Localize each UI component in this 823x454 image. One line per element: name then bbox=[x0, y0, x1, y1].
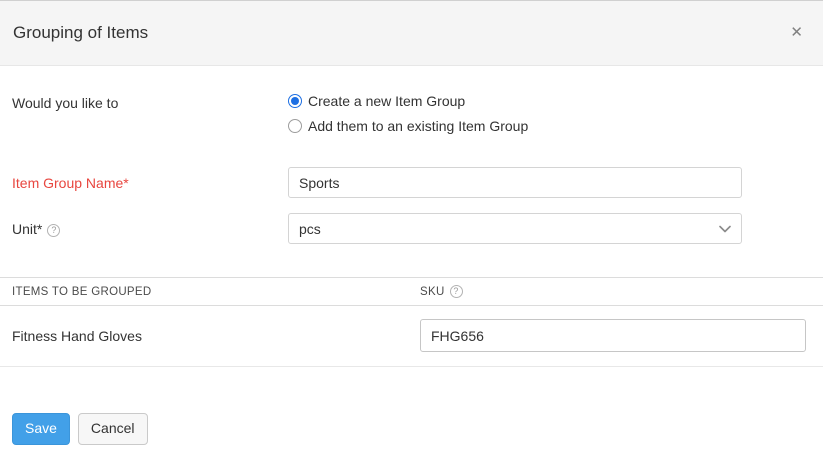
grouping-of-items-dialog: Grouping of Items ✕ Would you like to Cr… bbox=[0, 0, 823, 454]
radio-create-new-item-group[interactable]: Create a new Item Group bbox=[288, 93, 528, 109]
radio-selected-icon[interactable] bbox=[288, 94, 302, 108]
chevron-down-icon bbox=[719, 225, 731, 233]
unit-label: Unit* bbox=[12, 221, 42, 237]
sku-header-label: SKU bbox=[420, 286, 445, 298]
sku-cell bbox=[420, 319, 811, 352]
table-header-row: ITEMS TO BE GROUPED SKU? bbox=[0, 277, 823, 306]
unit-label-wrap: Unit*? bbox=[12, 221, 288, 237]
dialog-footer: Save Cancel bbox=[0, 413, 823, 445]
radio-label: Create a new Item Group bbox=[308, 93, 465, 109]
unit-select[interactable]: pcs bbox=[288, 213, 742, 244]
grouping-choice-row: Would you like to Create a new Item Grou… bbox=[0, 93, 823, 134]
unit-selected-value: pcs bbox=[299, 221, 321, 237]
unit-row: Unit*? pcs bbox=[0, 213, 823, 244]
help-icon[interactable]: ? bbox=[450, 285, 463, 298]
column-header-sku: SKU? bbox=[420, 285, 811, 298]
items-to-be-grouped-table: ITEMS TO BE GROUPED SKU? Fitness Hand Gl… bbox=[0, 277, 823, 367]
item-name: Fitness Hand Gloves bbox=[12, 328, 420, 344]
question-label: Would you like to bbox=[12, 93, 288, 111]
table-row: Fitness Hand Gloves bbox=[0, 306, 823, 367]
help-icon[interactable]: ? bbox=[47, 224, 60, 237]
radio-add-to-existing-item-group[interactable]: Add them to an existing Item Group bbox=[288, 118, 528, 134]
column-header-items: ITEMS TO BE GROUPED bbox=[12, 286, 420, 298]
dialog-header: Grouping of Items ✕ bbox=[0, 1, 823, 66]
save-button[interactable]: Save bbox=[12, 413, 70, 445]
item-group-name-row: Item Group Name* bbox=[0, 167, 823, 198]
cancel-button[interactable]: Cancel bbox=[78, 413, 148, 445]
item-group-name-label: Item Group Name* bbox=[12, 175, 288, 191]
radio-unselected-icon[interactable] bbox=[288, 119, 302, 133]
item-group-name-field[interactable] bbox=[288, 167, 742, 198]
sku-field[interactable] bbox=[420, 319, 806, 352]
page-title: Grouping of Items bbox=[13, 23, 786, 43]
close-icon[interactable]: ✕ bbox=[786, 21, 807, 44]
radio-label: Add them to an existing Item Group bbox=[308, 118, 528, 134]
grouping-choice-radio-group: Create a new Item Group Add them to an e… bbox=[288, 93, 528, 134]
